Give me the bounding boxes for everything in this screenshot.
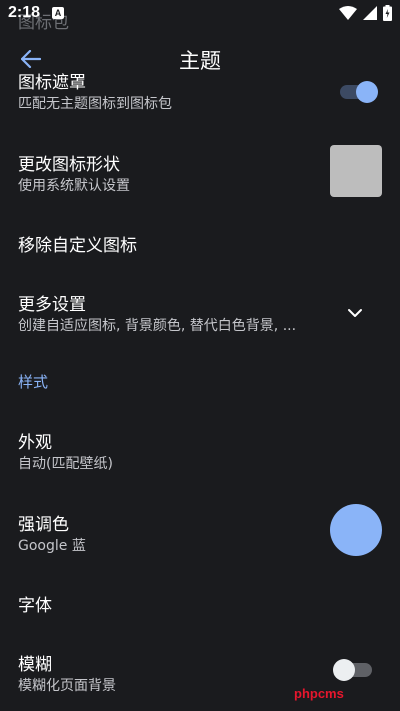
toggle-thumb [333, 659, 355, 681]
notification-badge: A [52, 7, 64, 19]
setting-more-settings[interactable]: 更多设置 创建自适应图标, 背景颜色, 替代白色背景, ... [0, 282, 400, 338]
status-time: 2:18 [8, 4, 41, 21]
setting-title: 更改图标形状 [18, 155, 120, 175]
page-title: 主题 [179, 49, 221, 73]
setting-subtitle: Google 蓝 [18, 538, 86, 554]
section-header-style: 样式 [18, 373, 49, 391]
setting-title: 字体 [18, 596, 52, 616]
icon-shape-preview [330, 145, 382, 197]
setting-title: 移除自定义图标 [18, 236, 137, 256]
battery-charging-icon [383, 5, 392, 21]
app-bar: 主题 [0, 28, 400, 92]
setting-subtitle: 创建自适应图标, 背景颜色, 替代白色背景, ... [18, 318, 297, 334]
accent-color-swatch[interactable] [330, 504, 382, 556]
setting-font[interactable]: 字体 [0, 578, 400, 624]
setting-subtitle: 模糊化页面背景 [18, 678, 116, 694]
setting-title: 外观 [18, 433, 52, 453]
setting-subtitle: 使用系统默认设置 [18, 178, 130, 194]
setting-title: 模糊 [18, 655, 52, 675]
status-icons [339, 5, 392, 21]
setting-title: 强调色 [18, 515, 69, 535]
chevron-down-icon[interactable] [344, 304, 366, 322]
setting-remove-custom-icons[interactable]: 移除自定义图标 [0, 216, 400, 266]
wifi-icon [339, 6, 357, 20]
setting-title: 更多设置 [18, 295, 86, 315]
watermark-text: phpcms [294, 686, 344, 701]
status-bar: 2:18 A [0, 0, 400, 28]
signal-icon [363, 6, 377, 20]
setting-subtitle: 自动(匹配壁纸) [18, 456, 113, 472]
setting-appearance[interactable]: 外观 自动(匹配壁纸) [0, 420, 400, 476]
setting-subtitle: 匹配无主题图标到图标包 [18, 96, 172, 112]
